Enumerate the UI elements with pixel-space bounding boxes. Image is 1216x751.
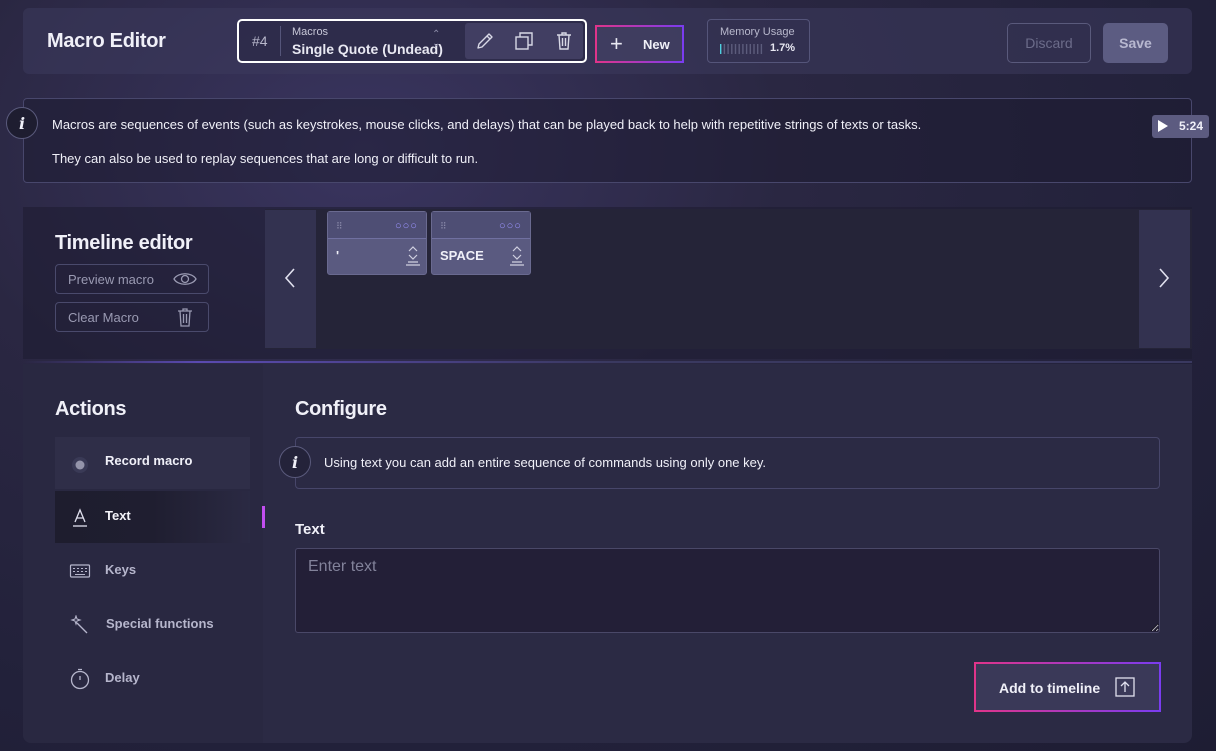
memory-usage-value: 1.7% <box>770 42 796 54</box>
timeline-item-header: ⠿ ○○○ <box>328 212 426 239</box>
add-to-timeline-label: Add to timeline <box>999 680 1101 696</box>
text-icon <box>73 508 87 527</box>
drag-handle-icon[interactable]: ⠿ <box>440 221 448 232</box>
save-button[interactable]: Save <box>1103 23 1168 63</box>
macro-divider <box>280 26 281 56</box>
timeline-prev-button[interactable] <box>265 210 316 348</box>
memory-bar-segment <box>727 44 729 54</box>
video-tutorial-button[interactable]: 5:24 <box>1152 115 1209 138</box>
info-text-line1: Macros are sequences of events (such as … <box>52 117 922 132</box>
action-label: Record macro <box>105 453 193 468</box>
pencil-icon[interactable] <box>474 30 496 52</box>
info-text-line2: They can also be used to replay sequence… <box>52 151 479 166</box>
new-macro-button[interactable]: + New <box>595 25 684 63</box>
preview-macro-button[interactable]: Preview macro <box>55 264 209 294</box>
drag-handle-icon[interactable]: ⠿ <box>336 221 344 232</box>
text-field-label: Text <box>295 521 325 538</box>
info-icon: i <box>6 107 38 139</box>
timeline-item[interactable]: ⠿ ○○○ ' <box>327 211 427 275</box>
action-text[interactable]: Text <box>55 491 250 543</box>
memory-bar-segment <box>720 44 722 54</box>
clear-macro-label: Clear Macro <box>68 310 139 325</box>
memory-bar-segment <box>742 44 744 54</box>
configure-title: Configure <box>295 398 387 420</box>
chevron-updown-icon: ⌃ ⌄ <box>432 29 441 49</box>
section-divider <box>23 361 1192 363</box>
memory-bar-segment <box>731 44 733 54</box>
timeline-next-button[interactable] <box>1139 210 1190 348</box>
video-duration: 5:24 <box>1179 119 1204 133</box>
memory-bar-segment <box>757 44 759 54</box>
keyboard-icon <box>69 564 91 578</box>
memory-bar-segment <box>753 44 755 54</box>
macro-name: Single Quote (Undead) <box>292 41 443 57</box>
discard-button[interactable]: Discard <box>1007 23 1091 63</box>
page-title: Macro Editor <box>47 30 166 52</box>
active-indicator <box>262 506 265 528</box>
memory-bar-segment <box>738 44 740 54</box>
timeline-item-label: SPACE <box>440 248 484 263</box>
action-label: Special functions <box>106 616 214 631</box>
memory-bar-segment <box>734 44 737 54</box>
timer-icon <box>70 668 90 690</box>
macro-selector[interactable]: #4 Macros Single Quote (Undead) ⌃ ⌄ <box>237 19 587 63</box>
chevron-left-icon <box>284 268 295 288</box>
timeline-item-label: ' <box>336 248 340 263</box>
more-options-icon[interactable]: ○○○ <box>499 220 522 232</box>
upload-icon <box>1115 677 1135 697</box>
timeline-title: Timeline editor <box>55 232 193 254</box>
text-input[interactable] <box>295 548 1160 633</box>
eye-icon <box>173 273 197 285</box>
macro-tools <box>465 23 583 59</box>
record-icon <box>72 457 88 473</box>
action-keys[interactable]: Keys <box>55 545 250 597</box>
macro-list-label: Macros <box>292 26 329 38</box>
memory-bar-segment <box>760 44 763 54</box>
info-icon: i <box>279 446 311 478</box>
key-action-icon[interactable] <box>404 245 422 267</box>
more-options-icon[interactable]: ○○○ <box>395 220 418 232</box>
action-delay[interactable]: Delay <box>55 653 250 705</box>
timeline-item[interactable]: ⠿ ○○○ SPACE <box>431 211 531 275</box>
memory-usage-bar <box>720 44 763 54</box>
trash-icon[interactable] <box>553 30 575 52</box>
add-to-timeline-button[interactable]: Add to timeline <box>974 662 1161 712</box>
actions-title: Actions <box>55 398 127 420</box>
action-label: Text <box>105 508 131 523</box>
new-macro-label: New <box>643 37 670 52</box>
timeline-item-header: ⠿ ○○○ <box>432 212 530 239</box>
macro-number: #4 <box>252 33 268 49</box>
memory-bar-segment <box>723 44 726 54</box>
memory-bar-segment <box>749 44 751 54</box>
action-label: Delay <box>105 670 140 685</box>
magic-wand-icon <box>70 615 88 634</box>
preview-macro-label: Preview macro <box>68 272 154 287</box>
action-record-macro[interactable]: Record macro <box>55 437 250 489</box>
trash-icon <box>178 308 192 327</box>
action-special-functions[interactable]: Special functions <box>55 599 250 651</box>
clear-macro-button[interactable]: Clear Macro <box>55 302 209 332</box>
chevron-right-icon <box>1159 268 1170 288</box>
memory-usage: Memory Usage 1.7% <box>707 19 810 63</box>
configure-info-text: Using text you can add an entire sequenc… <box>324 455 767 470</box>
key-action-icon[interactable] <box>508 245 526 267</box>
play-icon <box>1158 120 1168 132</box>
plus-icon: + <box>610 31 623 56</box>
duplicate-icon[interactable] <box>513 30 535 52</box>
info-panel <box>23 98 1192 183</box>
memory-usage-label: Memory Usage <box>720 26 795 38</box>
memory-bar-segment <box>745 44 748 54</box>
action-label: Keys <box>105 562 137 577</box>
